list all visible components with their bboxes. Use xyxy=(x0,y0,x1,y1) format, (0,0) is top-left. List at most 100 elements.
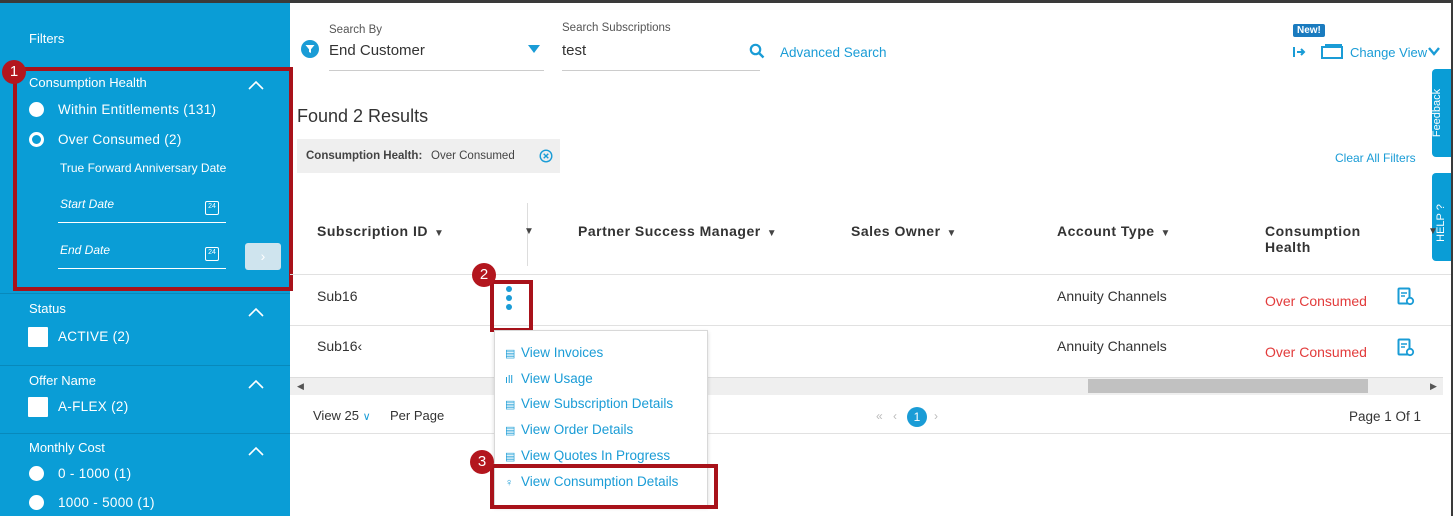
scroll-left-icon[interactable]: ◀ xyxy=(297,381,304,392)
option-cost-1000-5000: 1000 - 5000 (1) xyxy=(58,495,155,510)
checkbox-active[interactable] xyxy=(28,327,48,347)
callout-badge: 3 xyxy=(470,450,494,474)
menu-label: View Order Details xyxy=(521,422,634,437)
menu-label: View Invoices xyxy=(521,345,604,360)
header-label: Partner Success Manager xyxy=(578,223,761,239)
offer-name-header[interactable]: Offer Name xyxy=(29,373,259,388)
header-label: Health xyxy=(1265,239,1311,255)
subscription-id-link[interactable]: Sub16‹ xyxy=(317,338,362,354)
chevron-up-icon[interactable] xyxy=(248,379,264,389)
export-icon[interactable] xyxy=(1292,45,1306,59)
callout-badge: 1 xyxy=(2,60,26,84)
page-info: Page 1 Of 1 xyxy=(1349,409,1422,424)
app-window: Filters Consumption Health Within Entitl… xyxy=(0,0,1453,516)
callout-badge: 2 xyxy=(472,263,496,287)
current-page-button[interactable]: 1 xyxy=(907,407,927,427)
search-subscriptions-label: Search Subscriptions xyxy=(562,22,671,34)
header-label: Sales Owner xyxy=(851,223,941,239)
row-divider xyxy=(290,325,1451,326)
first-page-icon[interactable]: « xyxy=(876,409,883,423)
prev-page-icon[interactable]: ‹ xyxy=(893,409,897,423)
menu-view-order-details[interactable]: ▤ View Order Details xyxy=(505,422,633,437)
divider xyxy=(0,433,290,434)
chip-value: Over Consumed xyxy=(431,150,515,162)
header-partner-success-manager[interactable]: Partner Success Manager ▼ xyxy=(578,223,777,239)
option-a-flex: A-FLEX (2) xyxy=(58,399,129,414)
callout-box-consumption xyxy=(490,464,718,509)
view-details-icon[interactable] xyxy=(1397,338,1415,358)
sort-arrow-icon[interactable]: ▼ xyxy=(947,228,957,239)
document-icon: ▤ xyxy=(505,348,516,360)
remove-chip-icon[interactable] xyxy=(539,149,553,163)
status-header[interactable]: Status xyxy=(29,301,259,316)
option-cost-0-1000: 0 - 1000 (1) xyxy=(58,466,132,481)
sort-arrow-icon[interactable]: ▼ xyxy=(524,226,534,237)
sort-arrow-icon[interactable]: ▼ xyxy=(767,228,777,239)
new-badge: New! xyxy=(1293,24,1325,37)
chip-label: Consumption Health: xyxy=(306,150,423,162)
subscription-id-link[interactable]: Sub16 xyxy=(317,288,357,304)
search-underline xyxy=(562,70,760,71)
option-active: ACTIVE (2) xyxy=(58,329,131,344)
header-label: Account Type xyxy=(1057,223,1155,239)
scroll-right-icon[interactable]: ▶ xyxy=(1430,381,1437,392)
radio-cost-1000-5000[interactable] xyxy=(29,495,44,510)
radio-cost-0-1000[interactable] xyxy=(29,466,44,481)
chevron-down-icon[interactable]: ∨ xyxy=(363,411,371,423)
row-divider xyxy=(290,433,1451,434)
search-by-select[interactable]: End Customer xyxy=(329,42,425,59)
page-size-select[interactable]: View 25 ∨ xyxy=(313,408,371,423)
account-type-cell: Annuity Channels xyxy=(1057,288,1167,304)
page-size-value: View 25 xyxy=(313,408,360,423)
menu-view-quotes-in-progress[interactable]: ▤ View Quotes In Progress xyxy=(505,448,670,463)
divider xyxy=(0,293,290,294)
feedback-tab[interactable]: Feedback xyxy=(1431,69,1451,157)
header-consumption-health[interactable]: Consumption Health xyxy=(1265,223,1361,255)
results-title: Found 2 Results xyxy=(297,106,429,126)
clear-all-filters-link[interactable]: Clear All Filters xyxy=(1335,151,1416,165)
header-subscription-id[interactable]: Subscription ID ▼ xyxy=(317,223,444,239)
menu-label: View Quotes In Progress xyxy=(521,448,671,463)
search-by-underline xyxy=(329,70,544,71)
checkbox-a-flex[interactable] xyxy=(28,397,48,417)
sort-arrow-icon[interactable]: ▼ xyxy=(1428,226,1438,237)
advanced-search-link[interactable]: Advanced Search xyxy=(780,45,887,60)
scrollbar-thumb[interactable] xyxy=(1088,379,1368,393)
account-type-cell: Annuity Channels xyxy=(1057,338,1167,354)
change-view-button[interactable]: Change View xyxy=(1350,45,1427,60)
filter-funnel-icon[interactable] xyxy=(301,40,319,58)
document-icon: ▤ xyxy=(505,399,516,411)
header-label: Subscription ID xyxy=(317,223,428,239)
per-page-label: Per Page xyxy=(390,408,445,423)
sort-arrow-icon[interactable]: ▼ xyxy=(1161,228,1171,239)
document-icon: ▤ xyxy=(505,451,516,463)
next-page-icon[interactable]: › xyxy=(934,409,938,423)
change-view-icon[interactable] xyxy=(1321,43,1343,59)
search-by-label: Search By xyxy=(329,24,383,36)
sort-arrow-icon[interactable]: ▼ xyxy=(434,228,444,239)
search-icon[interactable] xyxy=(749,43,765,59)
divider xyxy=(0,365,290,366)
bar-chart-icon: ıll xyxy=(505,374,513,386)
menu-label: View Usage xyxy=(521,371,593,386)
callout-box-kebab xyxy=(490,280,533,332)
chevron-down-icon[interactable] xyxy=(1428,47,1440,56)
header-label: Consumption xyxy=(1265,223,1361,239)
health-status: Over Consumed xyxy=(1265,293,1367,309)
dropdown-caret-icon[interactable] xyxy=(528,45,540,54)
document-icon: ▤ xyxy=(505,425,516,437)
menu-view-subscription-details[interactable]: ▤ View Subscription Details xyxy=(505,396,673,411)
header-account-type[interactable]: Account Type ▼ xyxy=(1057,223,1171,239)
filters-title: Filters xyxy=(29,31,65,46)
help-tab[interactable]: HELP ? xyxy=(1432,173,1451,261)
chevron-up-icon[interactable] xyxy=(248,446,264,456)
row-divider xyxy=(290,274,1451,275)
menu-view-usage[interactable]: ıll View Usage xyxy=(505,371,593,386)
monthly-cost-header[interactable]: Monthly Cost xyxy=(29,440,259,455)
health-status: Over Consumed xyxy=(1265,344,1367,360)
search-input[interactable]: test xyxy=(562,42,586,59)
chevron-up-icon[interactable] xyxy=(248,307,264,317)
header-sales-owner[interactable]: Sales Owner ▼ xyxy=(851,223,957,239)
menu-view-invoices[interactable]: ▤ View Invoices xyxy=(505,345,603,360)
view-details-icon[interactable] xyxy=(1397,287,1415,307)
